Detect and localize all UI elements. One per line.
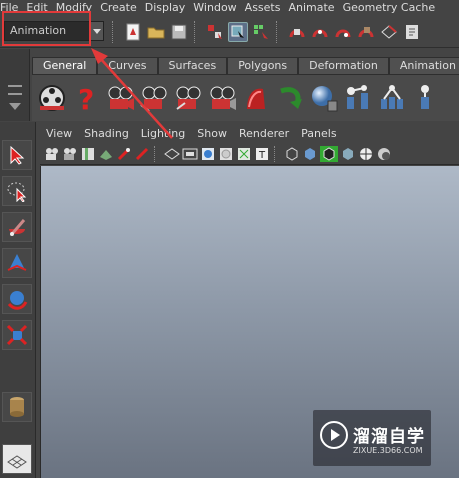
panel-menu-panels[interactable]: Panels [295,127,342,140]
shelf-tab-animation[interactable]: Animation [388,57,459,74]
menu-assets[interactable]: Assets [241,0,285,16]
2d-pan-zoom-icon[interactable] [116,146,132,162]
snap-view-plane-icon[interactable] [356,22,376,42]
chevron-down-icon[interactable] [89,22,103,40]
shadows-icon[interactable] [376,146,392,162]
panel-toolbar: T [40,143,459,165]
select-component-icon[interactable] [251,22,271,42]
separator [194,21,200,43]
status-line-tools [110,21,422,43]
open-scene-icon[interactable] [146,22,166,42]
separator [154,145,160,162]
wireframe-icon[interactable] [284,146,300,162]
panel-menu-shading[interactable]: Shading [78,127,135,140]
shelf-tab-polygons[interactable]: Polygons [227,57,299,74]
object-tool-icon[interactable] [2,392,32,422]
bookmarks-icon[interactable] [80,146,96,162]
snap-grid-icon[interactable] [287,22,307,42]
watermark-brand: 溜溜自学 [353,427,425,447]
separator [274,145,280,162]
menu-animate[interactable]: Animate [284,0,338,16]
rotate-tool-icon[interactable] [2,284,32,314]
shelf-grip-icon[interactable] [8,85,22,95]
paint-select-tool-icon[interactable] [2,212,32,242]
scale-tool-icon[interactable] [2,320,32,350]
lasso-tool-icon[interactable] [2,176,32,206]
revolve-icon[interactable] [240,82,272,114]
shelf-tab-general[interactable]: General [32,57,98,74]
smooth-shade-icon[interactable] [302,146,318,162]
image-plane-icon[interactable] [98,146,114,162]
snap-point-icon[interactable] [333,22,353,42]
sphere-delete-icon[interactable] [308,82,340,114]
film-reel-icon[interactable] [36,82,68,114]
new-scene-icon[interactable] [123,22,143,42]
ik-handle-icon[interactable] [376,82,408,114]
panel-menu-bar: View Shading Lighting Show Renderer Pane… [40,125,459,142]
select-object-icon[interactable] [228,22,248,42]
shelf-tab-surfaces[interactable]: Surfaces [157,57,228,74]
separator [276,21,282,43]
svg-text:?: ? [78,83,94,113]
camera-aim-icon[interactable] [138,82,170,114]
field-chart-icon[interactable] [236,146,252,162]
use-all-lights-icon[interactable] [358,146,374,162]
toolbox [0,122,36,478]
gate-mask-icon[interactable] [218,146,234,162]
make-live-icon[interactable] [379,22,399,42]
panel-menu-lighting[interactable]: Lighting [135,127,191,140]
grid-icon[interactable] [164,146,180,162]
snap-curve-icon[interactable] [310,22,330,42]
joint-tool-icon[interactable] [342,82,374,114]
menu-window[interactable]: Window [189,0,240,16]
camera-attributes-icon[interactable] [62,146,78,162]
menu-geometry-cache[interactable]: Geometry Cache [339,0,440,16]
select-camera-icon[interactable] [44,146,60,162]
shelf-tabs: General Curves Surfaces Polygons Deforma… [32,57,459,74]
camera-tool-icon[interactable] [104,82,136,114]
skin-bind-icon[interactable] [410,82,442,114]
move-tool-icon[interactable] [2,248,32,278]
perspective-view-icon[interactable] [2,444,32,474]
green-arrow-icon[interactable] [274,82,306,114]
safe-title-icon[interactable]: T [254,146,270,162]
panel-menu-view[interactable]: View [40,127,78,140]
shelf-tab-curves[interactable]: Curves [97,57,158,74]
shelf-menu-icon[interactable] [9,103,21,110]
highlight-annotation [2,11,91,46]
separator [112,21,118,43]
select-tool-icon[interactable] [2,140,32,170]
help-icon[interactable]: ? [70,82,102,114]
watermark-url: ZIXUE.3D66.COM [353,446,423,455]
shelf-tab-deformation[interactable]: Deformation [298,57,389,74]
play-logo-icon [319,420,349,450]
shelf-options [0,49,30,121]
textured-icon[interactable] [340,146,356,162]
menu-create[interactable]: Create [96,0,141,16]
wireframe-on-shaded-icon[interactable] [320,145,338,162]
svg-text:T: T [258,150,266,161]
film-gate-icon[interactable] [182,146,198,162]
menu-display[interactable]: Display [141,0,190,16]
construction-history-icon[interactable] [402,22,422,42]
stereo-camera-icon[interactable] [206,82,238,114]
shelf-icons: ? [32,74,459,121]
camera-up-icon[interactable] [172,82,204,114]
watermark: 溜溜自学 ZIXUE.3D66.COM [313,410,431,466]
panel-menu-renderer[interactable]: Renderer [233,127,295,140]
resolution-gate-icon[interactable] [200,146,216,162]
panel-menu-show[interactable]: Show [191,127,233,140]
grease-pencil-icon[interactable] [134,146,150,162]
select-hierarchy-icon[interactable] [205,22,225,42]
save-scene-icon[interactable] [169,22,189,42]
